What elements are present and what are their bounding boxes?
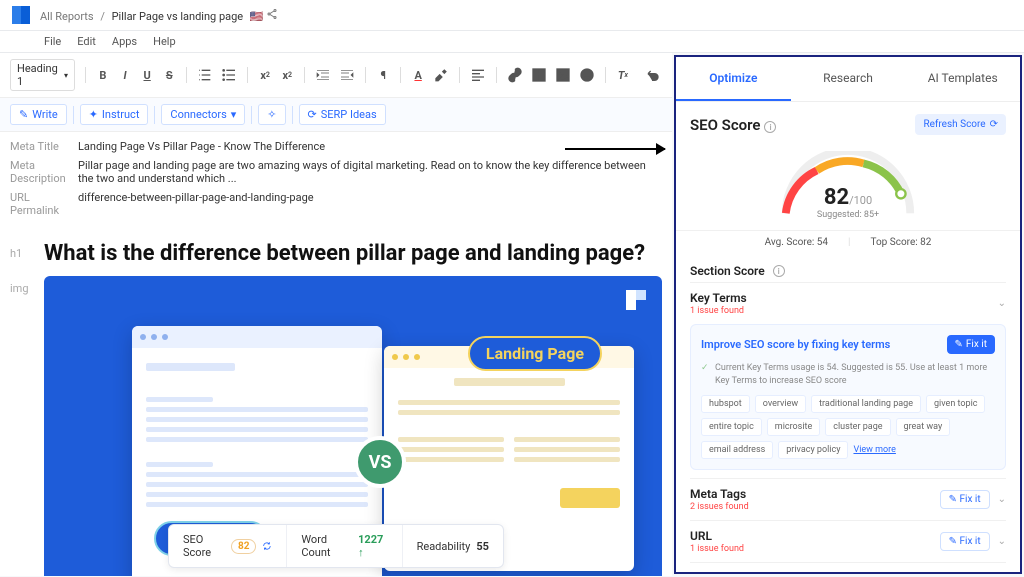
link-button[interactable] [507, 67, 523, 83]
breadcrumb[interactable]: All Reports / Pillar Page vs landing pag… [40, 8, 278, 23]
unordered-list-button[interactable] [221, 67, 237, 83]
table-button[interactable] [531, 67, 547, 83]
indent-left-button[interactable] [315, 67, 331, 83]
heading-select[interactable]: Heading 1▾ [10, 59, 75, 91]
score-gauge: 82/100 Suggested: 85+ [676, 147, 1020, 230]
ai-toolbar: ✎ Write ✦ Instruct Connectors ▾ ✧ ⟳ SERP… [0, 98, 672, 132]
meta-desc-value[interactable]: Pillar page and landing page are two ama… [78, 159, 662, 185]
kt-tag[interactable]: microsite [767, 418, 820, 436]
write-button[interactable]: ✎ Write [10, 104, 67, 125]
serp-button[interactable]: ⟳ SERP Ideas [299, 104, 386, 125]
annotation-arrow [565, 148, 665, 150]
breadcrumb-current[interactable]: Pillar Page vs landing page [112, 10, 244, 23]
acc-featured-snippet[interactable]: Featured SnippetAll good⌄ [690, 562, 1006, 572]
acc-key-terms[interactable]: Key Terms1 issue found ⌄ Improve SEO sco… [690, 282, 1006, 478]
header-block: All Reports / Pillar Page vs landing pag… [40, 8, 278, 23]
refresh-score-button[interactable]: Refresh Score ⟳ [915, 114, 1006, 135]
info-icon[interactable]: i [773, 265, 785, 277]
meta-desc-label: Meta Description [10, 159, 78, 185]
stat-words: Word Count 1227 ↑ [287, 525, 402, 567]
fixit-button[interactable]: ✎ Fix it [940, 490, 990, 509]
tab-templates[interactable]: AI Templates [905, 57, 1020, 101]
format-toolbar: Heading 1▾ B I U S x2 x2 ¶ A [0, 53, 672, 98]
kt-tag[interactable]: great way [896, 418, 951, 436]
connectors-button[interactable]: Connectors ▾ [161, 104, 245, 125]
app-bar: All Reports / Pillar Page vs landing pag… [0, 0, 1024, 31]
img-tag: img [10, 282, 30, 295]
kt-tag[interactable]: email address [701, 441, 773, 459]
align-button[interactable] [470, 67, 486, 83]
section-score-title: Section Scorei [690, 254, 1006, 282]
tab-research[interactable]: Research [791, 57, 906, 101]
breadcrumb-root[interactable]: All Reports [40, 10, 94, 23]
landing-label: Landing Page [468, 336, 602, 371]
info-icon[interactable]: i [764, 121, 776, 133]
undo-button[interactable] [646, 67, 662, 83]
meta-title-value[interactable]: Landing Page Vs Pillar Page - Know The D… [78, 140, 662, 153]
clear-format-button[interactable]: Tx [616, 67, 630, 83]
menu-file[interactable]: File [44, 35, 61, 48]
view-more-link[interactable]: View more [853, 445, 895, 455]
menu-bar: File Edit Apps Help [0, 31, 1024, 53]
text-color-button[interactable]: A [411, 67, 425, 83]
key-terms-detail: Improve SEO score by fixing key terms ✎F… [690, 324, 1006, 470]
seo-sections[interactable]: Section Scorei Key Terms1 issue found ⌄ … [676, 254, 1020, 572]
stat-seo[interactable]: SEO Score 82 [169, 525, 287, 567]
meta-section: Meta TitleLanding Page Vs Pillar Page - … [0, 132, 672, 231]
strike-button[interactable]: S [162, 67, 176, 83]
chevron-down-icon: ⌄ [998, 536, 1006, 547]
meta-url-label: URL Permalink [10, 191, 78, 217]
avg-score: Avg. Score: 54 [765, 237, 828, 248]
kt-tag[interactable]: given topic [926, 395, 985, 413]
kt-tag[interactable]: entire topic [701, 418, 762, 436]
top-score: Top Score: 82 [870, 237, 931, 248]
seo-score-title: SEO Scorei [690, 116, 776, 134]
ordered-list-button[interactable] [197, 67, 213, 83]
fixit-button[interactable]: ✎ Fix it [940, 532, 990, 551]
kt-tag[interactable]: privacy policy [778, 441, 848, 459]
tab-optimize[interactable]: Optimize [676, 57, 791, 101]
h1-tag: h1 [10, 247, 30, 260]
acc-meta-tags[interactable]: Meta Tags2 issues found✎ Fix it⌄ [690, 478, 1006, 520]
menu-help[interactable]: Help [153, 35, 176, 48]
meta-url-value[interactable]: difference-between-pillar-page-and-landi… [78, 191, 662, 217]
ai-button[interactable]: ✧ [258, 104, 285, 125]
editor-pane: Heading 1▾ B I U S x2 x2 ¶ A [0, 53, 672, 576]
kt-title: Improve SEO score by fixing key terms [701, 338, 890, 351]
seo-panel: Optimize Research AI Templates SEO Score… [674, 55, 1022, 574]
stat-read: Readability 55 [403, 532, 503, 561]
chevron-down-icon: ⌄ [998, 298, 1006, 309]
seo-tabs: Optimize Research AI Templates [676, 57, 1020, 102]
app-logo [12, 6, 30, 24]
menu-edit[interactable]: Edit [77, 35, 96, 48]
image-button[interactable] [555, 67, 571, 83]
underline-button[interactable]: U [140, 67, 154, 83]
vs-badge: VS [354, 436, 406, 488]
pilcrow-button[interactable]: ¶ [376, 67, 390, 83]
subscript-button[interactable]: x2 [258, 67, 272, 83]
flag-icon[interactable]: 🇺🇸 [250, 10, 264, 23]
kt-tag[interactable]: traditional landing page [811, 395, 921, 413]
chevron-down-icon: ⌄ [998, 494, 1006, 505]
doc-h1[interactable]: What is the difference between pillar pa… [44, 241, 645, 266]
kt-tag[interactable]: overview [755, 395, 806, 413]
highlight-button[interactable] [433, 67, 449, 83]
kt-tag[interactable]: hubspot [701, 395, 750, 413]
kt-desc: Current Key Terms usage is 54. Suggested… [701, 362, 995, 387]
italic-button[interactable]: I [118, 67, 132, 83]
refresh-icon[interactable] [262, 540, 272, 552]
indent-right-button[interactable] [339, 67, 355, 83]
meta-title-label: Meta Title [10, 140, 78, 153]
stats-bar: SEO Score 82 Word Count 1227 ↑ Readabili… [168, 524, 504, 568]
kt-tag[interactable]: cluster page [825, 418, 890, 436]
superscript-button[interactable]: x2 [280, 67, 294, 83]
acc-url[interactable]: URL1 issue found✎ Fix it⌄ [690, 520, 1006, 562]
kt-fixit-button[interactable]: ✎Fix it [947, 335, 996, 354]
hero-logo-icon [626, 290, 646, 310]
bold-button[interactable]: B [96, 67, 110, 83]
instruct-button[interactable]: ✦ Instruct [80, 104, 149, 125]
share-icon[interactable] [266, 8, 278, 20]
emoji-button[interactable] [579, 67, 595, 83]
menu-apps[interactable]: Apps [112, 35, 137, 48]
